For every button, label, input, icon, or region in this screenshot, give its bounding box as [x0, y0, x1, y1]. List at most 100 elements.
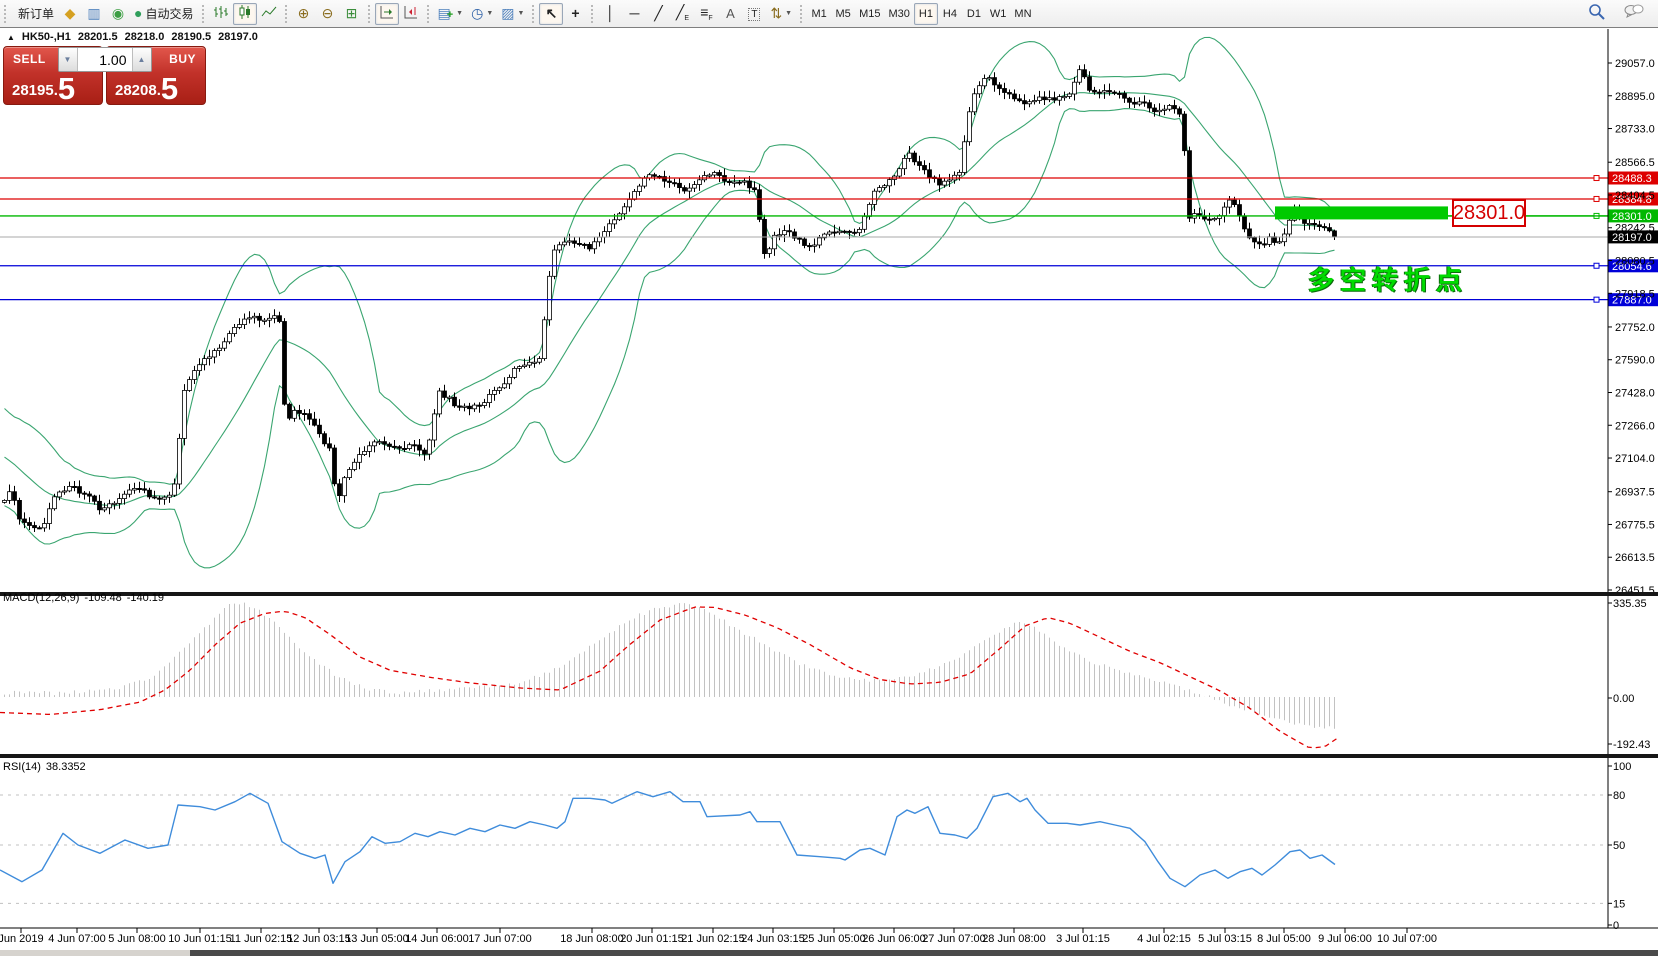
button-label: 新订单	[18, 5, 54, 22]
svg-text:80: 80	[1613, 790, 1625, 802]
dropdown-arrow-icon[interactable]: ▼	[785, 10, 792, 17]
chart-shift-button[interactable]	[399, 3, 423, 25]
sell-price: 28195.5	[12, 73, 75, 104]
new-chart-icon: ▤+	[438, 6, 454, 21]
svg-text:11 Jun 02:15: 11 Jun 02:15	[230, 933, 293, 945]
tf-m15-button[interactable]: M15	[855, 3, 884, 25]
toolbar-grip[interactable]	[368, 5, 370, 23]
svg-text:4 Jul 02:15: 4 Jul 02:15	[1137, 933, 1191, 945]
tf-w1-button[interactable]: W1	[986, 3, 1011, 25]
svg-text:28080.5: 28080.5	[1615, 256, 1655, 268]
button-label: H1	[919, 8, 933, 20]
toolbar-grip[interactable]	[285, 5, 287, 23]
tf-mn-button[interactable]: MN	[1010, 3, 1035, 25]
new-chart-button[interactable]: ▤+▼	[434, 3, 468, 25]
chat-button[interactable]	[1620, 3, 1648, 25]
svg-text:Jun 2019: Jun 2019	[0, 933, 44, 945]
turning-point-annotation[interactable]: 多空转折点	[1308, 260, 1468, 297]
dropdown-arrow-icon[interactable]: ▼	[456, 10, 463, 17]
line-chart-button[interactable]	[257, 3, 281, 25]
horizontal-line-button[interactable]: ─	[622, 3, 646, 25]
svg-text:17 Jun 07:00: 17 Jun 07:00	[468, 933, 532, 945]
toolbar-grip[interactable]	[591, 5, 593, 23]
svg-text:15: 15	[1613, 898, 1625, 910]
svg-text:8 Jul 05:00: 8 Jul 05:00	[1257, 933, 1311, 945]
auto-scroll-icon	[379, 4, 395, 23]
high-value: 28218.0	[125, 31, 165, 43]
svg-text:5 Jun 08:00: 5 Jun 08:00	[108, 933, 166, 945]
tf-h1-button[interactable]: H1	[914, 3, 938, 25]
collapse-icon[interactable]: ▲	[7, 33, 15, 42]
volume-input[interactable]	[78, 48, 132, 71]
scrollbar-thumb[interactable]	[0, 950, 190, 956]
toolbar: 新订单◆▥◉●自动交易⊕⊖⊞▤+▼◷▼▨▼↖+│─╱╱E≡FAT⇅▼M1M5M1…	[0, 0, 1658, 28]
macd-axis[interactable]: 335.350.00-192.43	[1608, 598, 1650, 751]
svg-text:27266.0: 27266.0	[1615, 420, 1655, 432]
toolbar-grip[interactable]	[532, 5, 534, 23]
rsi-axis[interactable]: 1008050150	[1608, 761, 1631, 932]
svg-text:3 Jul 01:15: 3 Jul 01:15	[1056, 933, 1110, 945]
svg-text:50: 50	[1613, 840, 1625, 852]
svg-text:26775.5: 26775.5	[1615, 519, 1655, 531]
svg-text:14 Jun 06:00: 14 Jun 06:00	[405, 933, 469, 945]
text-label-button[interactable]: T	[742, 3, 766, 25]
toolbar-grip[interactable]	[202, 5, 204, 23]
pane-separator[interactable]	[0, 592, 1658, 596]
volume-increase-button[interactable]: ▲	[132, 48, 151, 71]
macd-pane	[0, 603, 1338, 748]
tf-m1-button[interactable]: M1	[807, 3, 831, 25]
trendline-button[interactable]: ╱	[646, 3, 670, 25]
fibonacci-button[interactable]: ≡F	[694, 3, 718, 25]
zoom-out-icon: ⊖	[322, 6, 334, 21]
button-label: W1	[990, 8, 1007, 20]
svg-text:25 Jun 05:00: 25 Jun 05:00	[802, 933, 866, 945]
svg-text:28733.0: 28733.0	[1615, 124, 1655, 136]
toolbar-grip[interactable]	[427, 5, 429, 23]
auto-scroll-button[interactable]	[375, 3, 399, 25]
market-watch-button[interactable]: ▥	[82, 3, 106, 25]
bar-chart-button[interactable]	[209, 3, 233, 25]
tf-h4-button[interactable]: H4	[938, 3, 962, 25]
green-zone-rect[interactable]	[1275, 206, 1448, 219]
candle-chart-button[interactable]	[233, 3, 257, 25]
button-label: M30	[889, 8, 910, 20]
horizontal-scrollbar[interactable]	[0, 950, 1658, 956]
price-callout-box[interactable]: 28301.0	[1452, 199, 1526, 227]
zoom-out-button[interactable]: ⊖	[316, 3, 340, 25]
new-order-button[interactable]: 新订单	[11, 3, 58, 25]
autotrade-button[interactable]: ●自动交易	[130, 3, 197, 25]
volume-decrease-button[interactable]: ▼	[59, 48, 78, 71]
channel-button[interactable]: ╱E	[670, 3, 694, 25]
rsi-pane	[0, 792, 1608, 904]
chart-canvas[interactable]: 28488.328384.828301.028054.627887.028197…	[0, 0, 1658, 956]
templates-button[interactable]: ▨▼	[497, 3, 528, 25]
monitor-chart-icon: ▥	[87, 6, 100, 21]
toolbar-grip[interactable]	[4, 5, 6, 23]
signal-icon: ◉	[112, 6, 124, 21]
pane-separator[interactable]	[0, 754, 1658, 758]
periods-button[interactable]: ◷▼	[467, 3, 497, 25]
tf-m30-button[interactable]: M30	[885, 3, 914, 25]
fibo-icon: ≡F	[700, 5, 712, 22]
arrows-button[interactable]: ⇅▼	[766, 3, 796, 25]
rsi-label: RSI(14) 38.3352	[3, 761, 86, 773]
time-axis[interactable]: Jun 20194 Jun 07:005 Jun 08:0010 Jun 01:…	[0, 928, 1658, 945]
svg-text:13 Jun 05:00: 13 Jun 05:00	[345, 933, 409, 945]
tile-windows-button[interactable]: ⊞	[340, 3, 364, 25]
dropdown-arrow-icon[interactable]: ▼	[518, 10, 525, 17]
tf-d1-button[interactable]: D1	[962, 3, 986, 25]
dropdown-arrow-icon[interactable]: ▼	[486, 10, 493, 17]
zoom-in-button[interactable]: ⊕	[292, 3, 316, 25]
text-button[interactable]: A	[718, 3, 742, 25]
search-button[interactable]	[1584, 3, 1610, 25]
cursor-button[interactable]: ↖	[539, 3, 563, 25]
toolbar-grip[interactable]	[800, 5, 802, 23]
vertical-line-button[interactable]: │	[598, 3, 622, 25]
text-a-icon: A	[726, 6, 735, 21]
tf-m5-button[interactable]: M5	[831, 3, 855, 25]
svg-text:4 Jun 07:00: 4 Jun 07:00	[48, 933, 106, 945]
crosshair-button[interactable]: +	[563, 3, 587, 25]
signals-button[interactable]: ◉	[106, 3, 130, 25]
charts-window-button[interactable]: ◆	[58, 3, 82, 25]
candles-icon	[237, 4, 253, 23]
